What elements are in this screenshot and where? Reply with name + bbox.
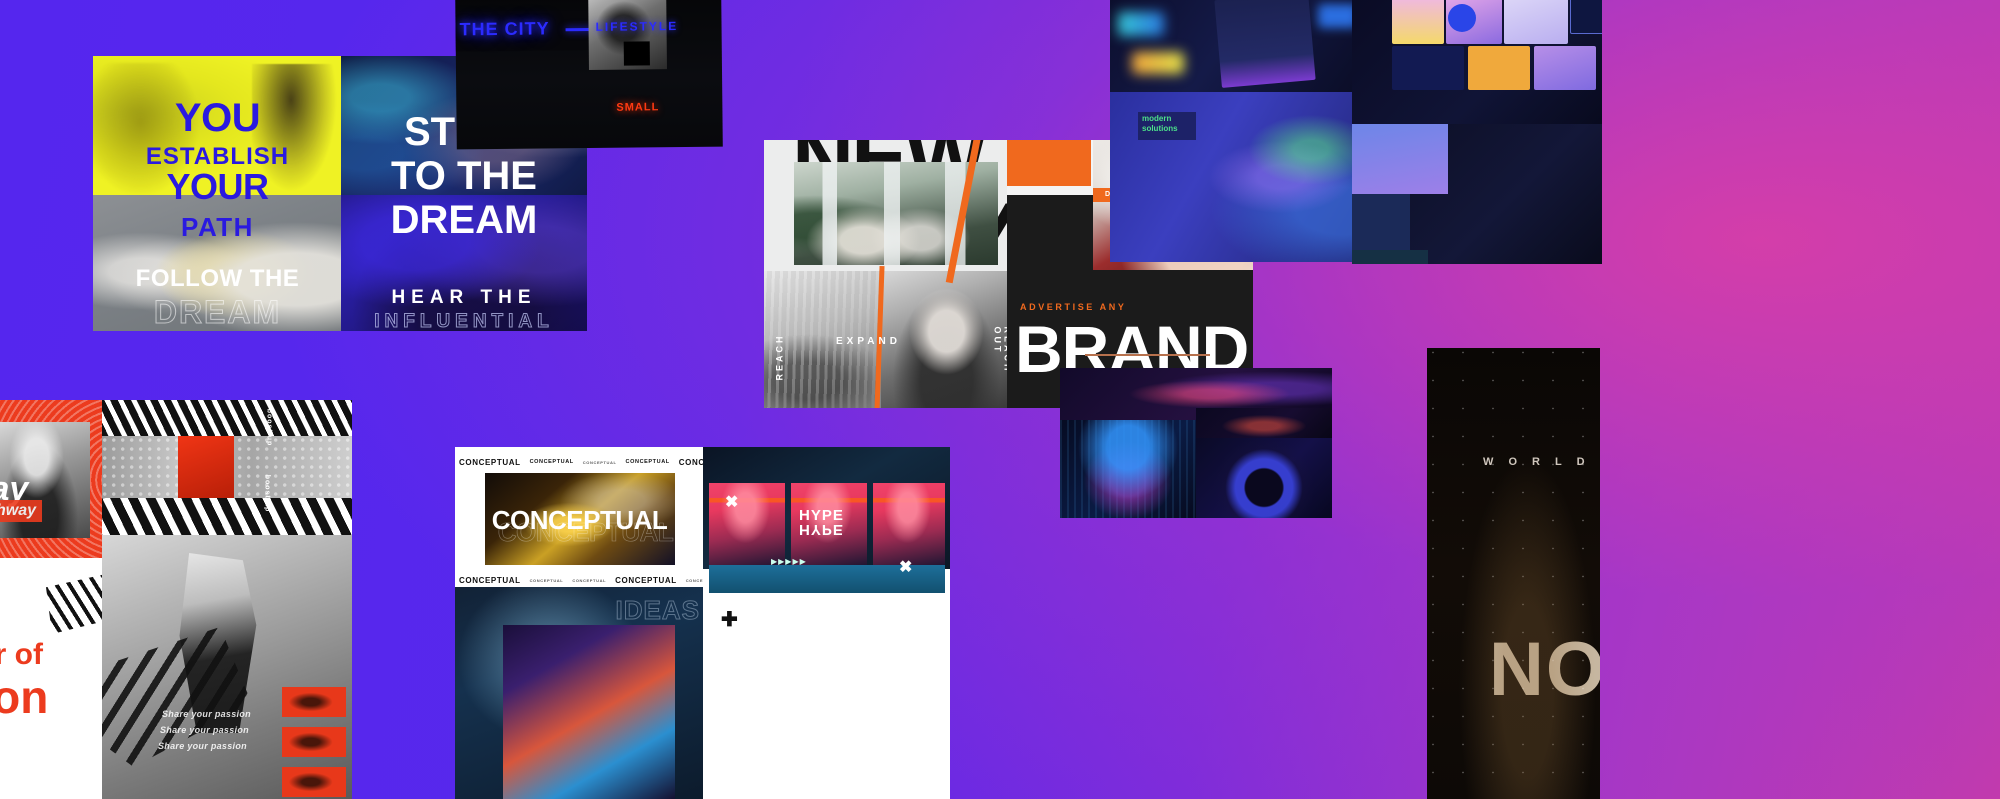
hype-frame-1: [709, 483, 785, 565]
marquee-item: CONCEPTUAL: [459, 575, 521, 585]
plus-icon[interactable]: ✚: [721, 607, 738, 632]
label-boost-up-top: boost up: [265, 408, 273, 447]
card-neon-vortex[interactable]: [1196, 438, 1332, 518]
headline-you: YOU: [174, 96, 261, 140]
card-you-establish-your-path[interactable]: YOU ESTABLISH YOUR PATH FOLLOW THE DREAM…: [93, 56, 342, 331]
orange-block: [1007, 140, 1091, 186]
headline-no: NO: [1489, 627, 1600, 712]
headline-to-the: TO THE: [391, 154, 537, 198]
headline-lifestyle: LIFESTYLE: [595, 19, 679, 34]
label-modern: modern: [1142, 114, 1172, 123]
tile-window: [1570, 0, 1602, 34]
close-icon[interactable]: ✖: [899, 557, 912, 577]
tile-line-chart: [1392, 46, 1464, 90]
modern-solutions-tag: [1138, 112, 1196, 140]
card-matter-of-motion[interactable]: ter of tion: [0, 558, 102, 799]
tile-text-lines: [1504, 0, 1568, 44]
label-world: W O R L D: [1483, 456, 1591, 468]
marquee-item: CONCEPTUAL: [529, 577, 564, 583]
label-advertise-any: ADVERTISE ANY: [1020, 302, 1127, 312]
tile-progress-ring: [1534, 46, 1596, 90]
headline-hear-the: HEAR THE: [391, 287, 537, 308]
close-icon[interactable]: ✖: [725, 492, 738, 512]
headline-dream-ghost: DREAM: [153, 294, 282, 330]
headline-establish: ESTABLISH: [145, 143, 290, 170]
marquee-item: CONCEPTUAL: [582, 459, 617, 465]
window-calendar: [1352, 124, 1448, 194]
card-share-your-passion[interactable]: Share your passion Share your passion Sh…: [102, 535, 352, 799]
red-thumb-3: [282, 767, 346, 797]
black-square: [623, 41, 650, 66]
headline-ideas: IDEAS: [615, 595, 700, 626]
card-the-city-lifestyle[interactable]: THE CITY LIFESTYLE SMALL: [455, 0, 723, 150]
headline-hype-mirror: HYPE: [799, 521, 844, 538]
hype-frame-3: [873, 483, 945, 565]
new-way-panel: NEW WAY EXPAND REACH REACH OUT: [764, 140, 1007, 408]
tile-pie-icon: [1448, 4, 1476, 32]
label-passion-3: Share your passion: [158, 741, 247, 751]
label-reach-out: REACH OUT: [992, 326, 1007, 374]
label-modern-solutions: modern solutions: [1142, 114, 1178, 134]
red-thumb-2: [282, 727, 346, 757]
headline-conceptual: CONCEPTUAL: [491, 505, 668, 535]
play-arrows-icon: ▶▶▶▶▶: [771, 557, 807, 566]
headline-ter-of: ter of: [0, 638, 43, 671]
card-neon-symmetry[interactable]: [1060, 420, 1196, 518]
tile-sliders: [1468, 46, 1530, 90]
headline-highway: highway: [0, 500, 43, 522]
card-app-windows[interactable]: [1352, 124, 1602, 264]
tile-gradient-1: [1392, 0, 1444, 44]
blur-swatch-blue: [1318, 4, 1355, 28]
headline-small: SMALL: [616, 101, 660, 114]
marquee-item: CONCEPTUAL: [685, 577, 704, 583]
headline-dream: DREAM: [390, 198, 538, 242]
marquee-item: CONCEPTUAL: [625, 459, 670, 465]
marquee-top: CONCEPTUAL CONCEPTUAL CONCEPTUAL CONCEPT…: [455, 455, 704, 469]
label-passion-2: Share your passion: [160, 725, 249, 735]
marquee-item: CONCEPTUAL: [459, 457, 521, 467]
brand-underline: [1085, 354, 1210, 356]
label-expand: EXPAND: [836, 336, 901, 347]
headline-the-city: THE CITY: [459, 18, 550, 40]
label-passion-1: Share your passion: [162, 709, 251, 719]
blur-swatch-amber: [1132, 52, 1184, 74]
card-world-no-cinematic[interactable]: W O R L D NO: [1427, 348, 1600, 799]
card-highway-red[interactable]: way highway: [0, 400, 102, 560]
marquee-item: CONCEPTUAL: [529, 459, 574, 465]
label-boost-up-bottom: boost up: [263, 474, 271, 513]
headline-influential: INFLUENTIAL: [374, 311, 554, 332]
diagonal-stripe-shape: [46, 574, 102, 634]
headline-tion: tion: [0, 671, 49, 723]
card-hype[interactable]: HYPE HYPE ✖ ✖ ▶▶▶▶▶ ✚: [703, 447, 950, 799]
card-dashboard-tiles[interactable]: [1352, 0, 1602, 124]
collage-canvas: YOU ESTABLISH YOUR PATH FOLLOW THE DREAM…: [0, 0, 2000, 799]
headline-your: YOUR: [166, 166, 269, 207]
label-solutions: solutions: [1142, 124, 1178, 133]
window-table: [1352, 250, 1428, 264]
card-conceptual[interactable]: CONCEPTUAL CONCEPTUAL CONCEPTUAL CONCEPT…: [455, 447, 704, 799]
blur-swatch-cyan: [1118, 12, 1164, 36]
marquee-item: CONCEPTUAL: [615, 575, 677, 585]
headline-follow-the: FOLLOW THE: [135, 265, 300, 292]
marquee-item: CONCEPTUAL: [678, 457, 704, 467]
card-modern-solutions[interactable]: modern solutions: [1110, 92, 1355, 262]
red-thumb-1: [282, 687, 346, 717]
card-neon-abstract-2[interactable]: [1196, 408, 1332, 438]
marquee-item: CONCEPTUAL: [572, 577, 607, 583]
headline-path: PATH: [181, 212, 254, 242]
red-face-overlay: [178, 436, 234, 498]
label-reach: REACH: [774, 333, 785, 381]
colorful-portrait-photo: [503, 625, 675, 799]
window-list: [1352, 194, 1410, 250]
marquee-bottom: CONCEPTUAL CONCEPTUAL CONCEPTUAL CONCEPT…: [455, 573, 704, 587]
card-boost-up-faces[interactable]: boost up boost up: [102, 400, 352, 535]
ui-mockup-card: [1214, 0, 1316, 88]
